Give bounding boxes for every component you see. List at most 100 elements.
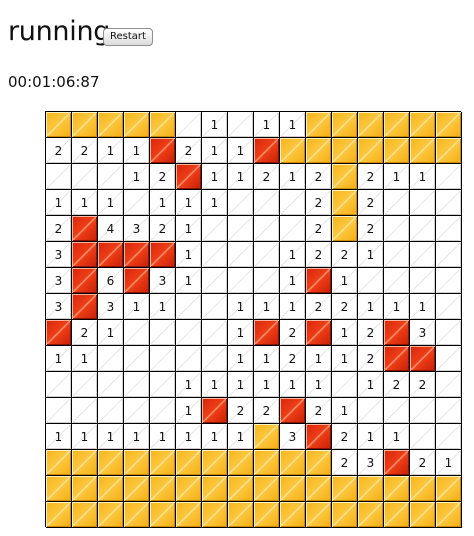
empty-cell[interactable]	[46, 372, 72, 398]
number-cell[interactable]: 1	[176, 424, 202, 450]
number-cell[interactable]: 1	[358, 242, 384, 268]
hidden-cell[interactable]	[384, 476, 410, 502]
empty-cell[interactable]	[202, 320, 228, 346]
number-cell[interactable]: 1	[228, 320, 254, 346]
hidden-cell[interactable]	[176, 502, 202, 528]
number-cell[interactable]: 2	[150, 164, 176, 190]
empty-cell[interactable]	[436, 294, 462, 320]
empty-cell[interactable]	[176, 320, 202, 346]
hidden-cell[interactable]	[332, 476, 358, 502]
number-cell[interactable]: 1	[202, 164, 228, 190]
number-cell[interactable]: 2	[306, 294, 332, 320]
empty-cell[interactable]	[410, 398, 436, 424]
hidden-cell[interactable]	[124, 450, 150, 476]
hidden-cell[interactable]	[332, 112, 358, 138]
hidden-cell[interactable]	[228, 450, 254, 476]
flagged-cell[interactable]	[72, 268, 98, 294]
number-cell[interactable]: 2	[280, 320, 306, 346]
number-cell[interactable]: 1	[202, 190, 228, 216]
number-cell[interactable]: 3	[98, 294, 124, 320]
hidden-cell[interactable]	[46, 476, 72, 502]
number-cell[interactable]: 2	[332, 242, 358, 268]
empty-cell[interactable]	[176, 112, 202, 138]
empty-cell[interactable]	[72, 398, 98, 424]
hidden-cell[interactable]	[98, 502, 124, 528]
empty-cell[interactable]	[436, 372, 462, 398]
hidden-cell[interactable]	[254, 476, 280, 502]
number-cell[interactable]: 1	[202, 138, 228, 164]
number-cell[interactable]: 1	[98, 138, 124, 164]
flagged-cell[interactable]	[410, 346, 436, 372]
flagged-cell[interactable]	[72, 242, 98, 268]
number-cell[interactable]: 1	[280, 372, 306, 398]
hidden-cell[interactable]	[280, 138, 306, 164]
number-cell[interactable]: 1	[98, 424, 124, 450]
hidden-cell[interactable]	[410, 476, 436, 502]
number-cell[interactable]: 2	[176, 138, 202, 164]
flagged-cell[interactable]	[384, 346, 410, 372]
hidden-cell[interactable]	[72, 476, 98, 502]
number-cell[interactable]: 2	[280, 346, 306, 372]
empty-cell[interactable]	[436, 346, 462, 372]
hidden-cell[interactable]	[98, 112, 124, 138]
number-cell[interactable]: 1	[332, 268, 358, 294]
hidden-cell[interactable]	[410, 112, 436, 138]
flagged-cell[interactable]	[72, 216, 98, 242]
flagged-cell[interactable]	[150, 138, 176, 164]
empty-cell[interactable]	[384, 242, 410, 268]
empty-cell[interactable]	[46, 164, 72, 190]
number-cell[interactable]: 2	[46, 138, 72, 164]
empty-cell[interactable]	[202, 294, 228, 320]
number-cell[interactable]: 1	[384, 294, 410, 320]
number-cell[interactable]: 1	[176, 242, 202, 268]
empty-cell[interactable]	[436, 164, 462, 190]
number-cell[interactable]: 1	[124, 424, 150, 450]
restart-button[interactable]: Restart	[103, 28, 153, 46]
number-cell[interactable]: 1	[150, 190, 176, 216]
flagged-cell[interactable]	[280, 398, 306, 424]
hidden-cell[interactable]	[280, 450, 306, 476]
number-cell[interactable]: 1	[228, 372, 254, 398]
flagged-cell[interactable]	[306, 268, 332, 294]
flagged-cell[interactable]	[124, 268, 150, 294]
empty-cell[interactable]	[254, 242, 280, 268]
hidden-cell[interactable]	[98, 450, 124, 476]
number-cell[interactable]: 1	[280, 268, 306, 294]
empty-cell[interactable]	[436, 242, 462, 268]
hidden-cell[interactable]	[254, 450, 280, 476]
number-cell[interactable]: 1	[280, 294, 306, 320]
empty-cell[interactable]	[228, 268, 254, 294]
number-cell[interactable]: 2	[410, 450, 436, 476]
empty-cell[interactable]	[254, 268, 280, 294]
number-cell[interactable]: 3	[46, 242, 72, 268]
hidden-cell[interactable]	[332, 502, 358, 528]
empty-cell[interactable]	[202, 346, 228, 372]
number-cell[interactable]: 1	[280, 112, 306, 138]
number-cell[interactable]: 1	[254, 346, 280, 372]
number-cell[interactable]: 1	[306, 372, 332, 398]
empty-cell[interactable]	[228, 190, 254, 216]
hidden-cell[interactable]	[150, 476, 176, 502]
hidden-cell[interactable]	[358, 502, 384, 528]
hidden-cell[interactable]	[410, 502, 436, 528]
flagged-cell[interactable]	[98, 242, 124, 268]
number-cell[interactable]: 1	[124, 164, 150, 190]
flagged-cell[interactable]	[254, 320, 280, 346]
hidden-cell[interactable]	[384, 502, 410, 528]
number-cell[interactable]: 3	[124, 216, 150, 242]
empty-cell[interactable]	[72, 372, 98, 398]
hidden-cell[interactable]	[332, 138, 358, 164]
number-cell[interactable]: 2	[306, 164, 332, 190]
empty-cell[interactable]	[384, 190, 410, 216]
flagged-cell[interactable]	[306, 424, 332, 450]
empty-cell[interactable]	[150, 398, 176, 424]
number-cell[interactable]: 2	[254, 398, 280, 424]
number-cell[interactable]: 3	[46, 294, 72, 320]
number-cell[interactable]: 2	[228, 398, 254, 424]
empty-cell[interactable]	[410, 242, 436, 268]
number-cell[interactable]: 2	[72, 320, 98, 346]
number-cell[interactable]: 1	[176, 372, 202, 398]
flagged-cell[interactable]	[150, 242, 176, 268]
number-cell[interactable]: 1	[254, 372, 280, 398]
hidden-cell[interactable]	[124, 112, 150, 138]
